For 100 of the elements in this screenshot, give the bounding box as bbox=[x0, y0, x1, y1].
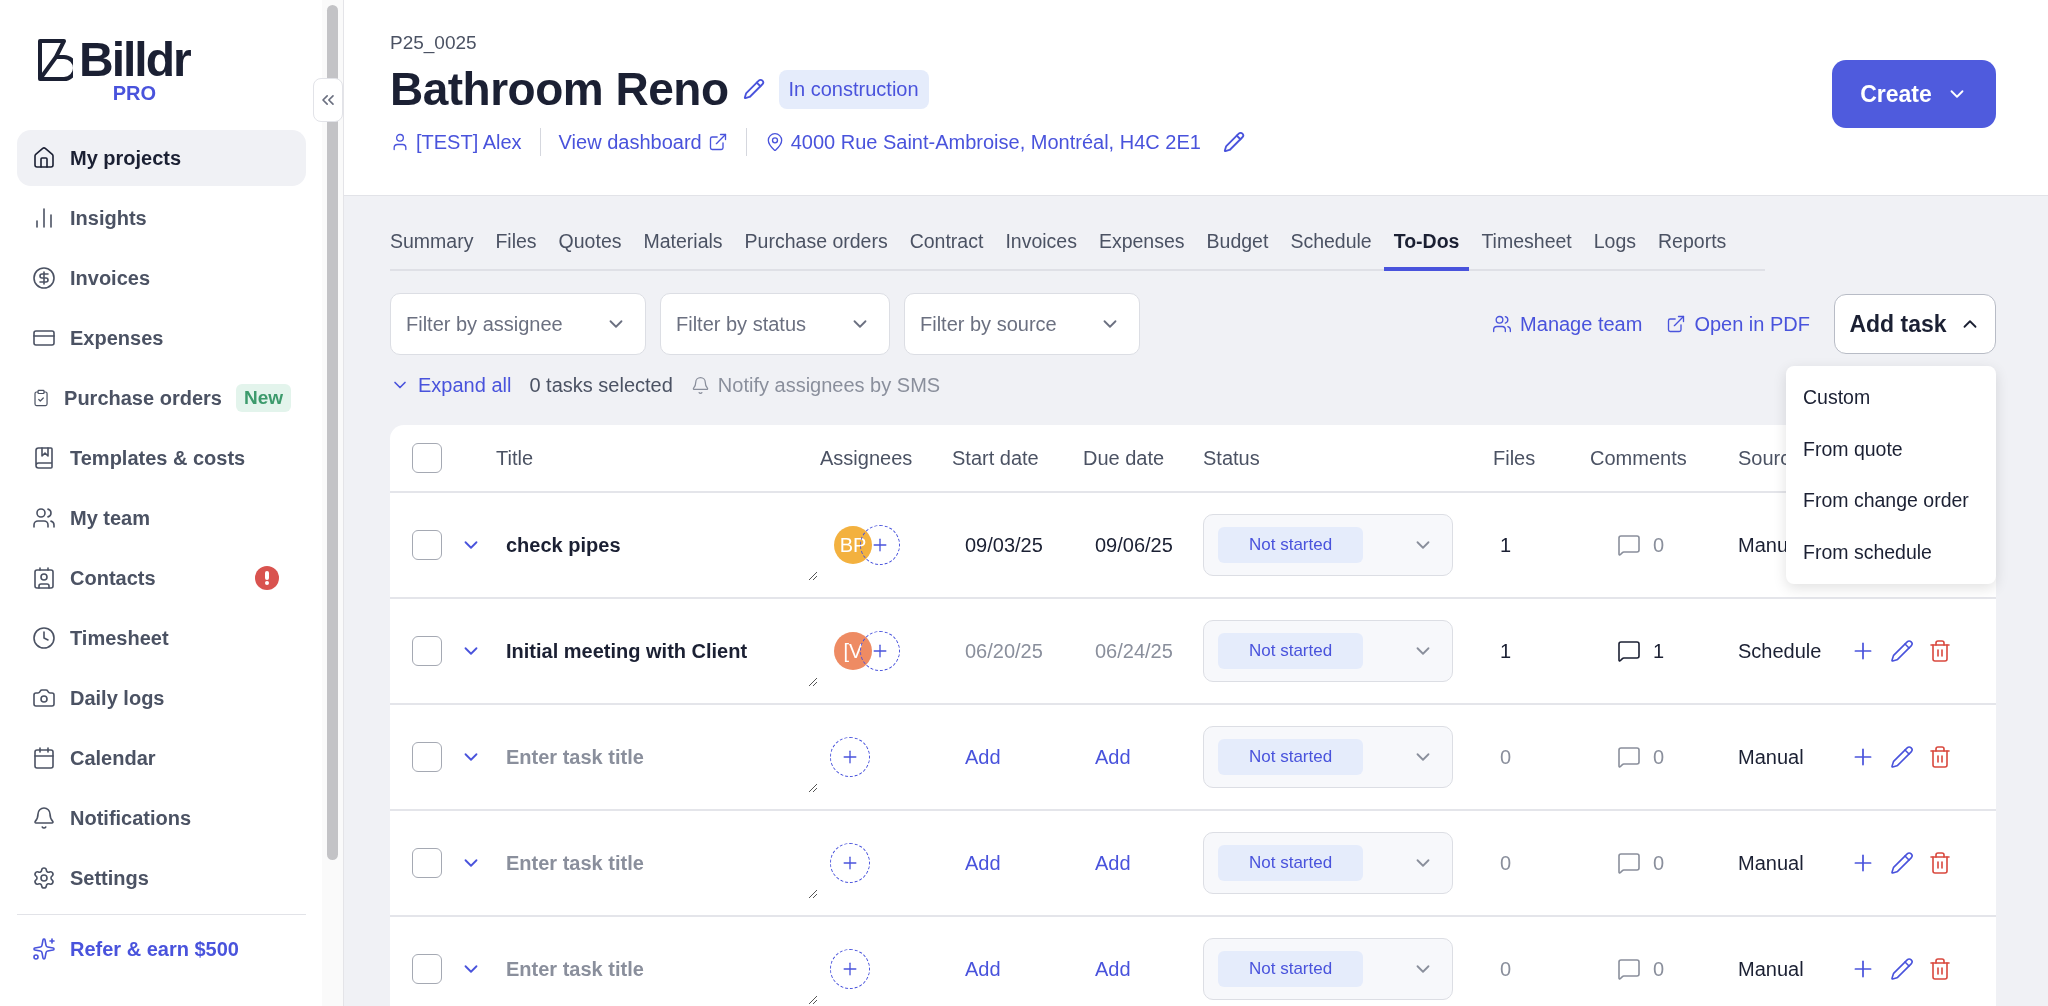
menu-item[interactable]: From quote bbox=[1786, 423, 1996, 475]
filter-select[interactable]: Filter by source bbox=[904, 293, 1140, 355]
resize-handle-icon[interactable] bbox=[808, 571, 818, 581]
tab[interactable]: Budget bbox=[1196, 230, 1279, 271]
add-assignee-button[interactable] bbox=[830, 949, 870, 989]
comment-icon[interactable] bbox=[1617, 639, 1641, 663]
due-date: 06/24/25 bbox=[1095, 639, 1173, 663]
nav-item[interactable]: My projects bbox=[17, 130, 306, 186]
status-select[interactable]: Not started bbox=[1203, 938, 1453, 1000]
tab[interactable]: Timesheet bbox=[1471, 230, 1582, 271]
nav-item[interactable]: My team bbox=[17, 490, 306, 546]
edit-button[interactable] bbox=[1890, 957, 1914, 981]
create-button[interactable]: Create bbox=[1832, 60, 1996, 128]
address-link[interactable]: 4000 Rue Saint-Ambroise, Montréal, H4C 2E1 bbox=[764, 130, 1201, 154]
nav-item[interactable]: Contacts bbox=[17, 550, 306, 606]
tab[interactable]: Schedule bbox=[1280, 230, 1382, 271]
edit-button[interactable] bbox=[1890, 639, 1914, 663]
tab[interactable]: Reports bbox=[1648, 230, 1737, 271]
menu-item[interactable]: Custom bbox=[1786, 372, 1996, 424]
row-checkbox[interactable] bbox=[412, 954, 442, 984]
row-checkbox[interactable] bbox=[412, 530, 442, 560]
edit-button[interactable] bbox=[1890, 851, 1914, 875]
dashboard-link[interactable]: View dashboard bbox=[558, 130, 728, 154]
nav-item[interactable]: Purchase orders New bbox=[17, 370, 306, 426]
files-count: 1 bbox=[1500, 639, 1512, 663]
files-count: 0 bbox=[1500, 957, 1512, 981]
logo-icon bbox=[37, 38, 73, 82]
tab[interactable]: Purchase orders bbox=[734, 230, 898, 271]
menu-item[interactable]: From change order bbox=[1786, 475, 1996, 527]
resize-handle-icon[interactable] bbox=[808, 995, 818, 1005]
filter-select[interactable]: Filter by assignee bbox=[390, 293, 646, 355]
nav-item[interactable]: Insights bbox=[17, 190, 306, 246]
nav-item[interactable]: Invoices bbox=[17, 250, 306, 306]
add-due-date-link[interactable]: Add bbox=[1095, 957, 1131, 981]
nav-item[interactable]: Notifications bbox=[17, 790, 306, 846]
source-label: Schedule bbox=[1738, 639, 1822, 663]
client-link[interactable]: [TEST] Alex bbox=[390, 130, 522, 154]
start-date: 09/03/25 bbox=[965, 533, 1043, 557]
status-select[interactable]: Not started bbox=[1203, 620, 1453, 682]
add-assignee-button[interactable] bbox=[830, 843, 870, 883]
nav-item[interactable]: Expenses bbox=[17, 310, 306, 366]
referral-link[interactable]: Refer & earn $500 bbox=[17, 921, 306, 977]
add-due-date-link[interactable]: Add bbox=[1095, 745, 1131, 769]
resize-handle-icon[interactable] bbox=[808, 677, 818, 687]
house-icon bbox=[32, 146, 56, 170]
comments-count: 1 bbox=[1653, 639, 1665, 663]
external-link-icon bbox=[1666, 314, 1687, 334]
external-link-icon bbox=[707, 132, 728, 152]
resize-handle-icon[interactable] bbox=[808, 783, 818, 793]
tab[interactable]: Summary bbox=[390, 230, 484, 271]
open-pdf-link[interactable]: Open in PDF bbox=[1666, 312, 1810, 336]
tab[interactable]: Invoices bbox=[995, 230, 1087, 271]
add-start-date-link[interactable]: Add bbox=[965, 851, 1001, 875]
delete-button[interactable] bbox=[1928, 957, 1952, 981]
scrollbar[interactable] bbox=[327, 5, 338, 860]
add-task-button[interactable]: Add task bbox=[1834, 294, 1996, 354]
tab[interactable]: Quotes bbox=[548, 230, 632, 271]
delete-button[interactable] bbox=[1928, 745, 1952, 769]
expand-all-link[interactable]: Expand all bbox=[390, 373, 512, 397]
select-all-checkbox[interactable] bbox=[412, 443, 442, 473]
filter-select[interactable]: Filter by status bbox=[660, 293, 890, 355]
task-title[interactable]: Initial meeting with Client bbox=[506, 639, 748, 663]
edit-icon[interactable] bbox=[742, 78, 765, 100]
delete-button[interactable] bbox=[1928, 851, 1952, 875]
status-select[interactable]: Not started bbox=[1203, 514, 1453, 576]
edit-button[interactable] bbox=[1890, 745, 1914, 769]
comments-count: 0 bbox=[1653, 533, 1665, 557]
nav-item[interactable]: Calendar bbox=[17, 730, 306, 786]
files-count: 0 bbox=[1500, 745, 1512, 769]
menu-item[interactable]: From schedule bbox=[1786, 526, 1996, 578]
tab[interactable]: Contract bbox=[899, 230, 994, 271]
status-select[interactable]: Not started bbox=[1203, 726, 1453, 788]
settings-icon bbox=[32, 866, 56, 890]
add-due-date-link[interactable]: Add bbox=[1095, 851, 1131, 875]
nav-item[interactable]: Templates & costs bbox=[17, 430, 306, 486]
row-checkbox[interactable] bbox=[412, 848, 442, 878]
collapse-sidebar-button[interactable] bbox=[313, 78, 343, 122]
tab[interactable]: Expenses bbox=[1088, 230, 1195, 271]
manage-team-link[interactable]: Manage team bbox=[1492, 312, 1643, 336]
source-label: Manu bbox=[1738, 533, 1789, 557]
row-checkbox[interactable] bbox=[412, 636, 442, 666]
add-start-date-link[interactable]: Add bbox=[965, 957, 1001, 981]
task-title[interactable]: check pipes bbox=[506, 533, 621, 557]
add-assignee-button[interactable] bbox=[830, 737, 870, 777]
tab[interactable]: Logs bbox=[1583, 230, 1647, 271]
bell-icon bbox=[690, 375, 710, 395]
resize-handle-icon[interactable] bbox=[808, 889, 818, 899]
tab[interactable]: Files bbox=[485, 230, 547, 271]
tab[interactable]: To-Dos bbox=[1383, 230, 1470, 271]
comments-count: 0 bbox=[1653, 851, 1665, 875]
status-select[interactable]: Not started bbox=[1203, 832, 1453, 894]
add-start-date-link[interactable]: Add bbox=[965, 745, 1001, 769]
edit-icon[interactable] bbox=[1222, 131, 1245, 153]
nav-item[interactable]: Timesheet bbox=[17, 610, 306, 666]
nav-item[interactable]: Settings bbox=[17, 850, 306, 906]
tab[interactable]: Materials bbox=[633, 230, 733, 271]
nav-item[interactable]: Daily logs bbox=[17, 670, 306, 726]
delete-button[interactable] bbox=[1928, 639, 1952, 663]
row-checkbox[interactable] bbox=[412, 742, 442, 772]
sparkles-icon bbox=[32, 937, 56, 961]
